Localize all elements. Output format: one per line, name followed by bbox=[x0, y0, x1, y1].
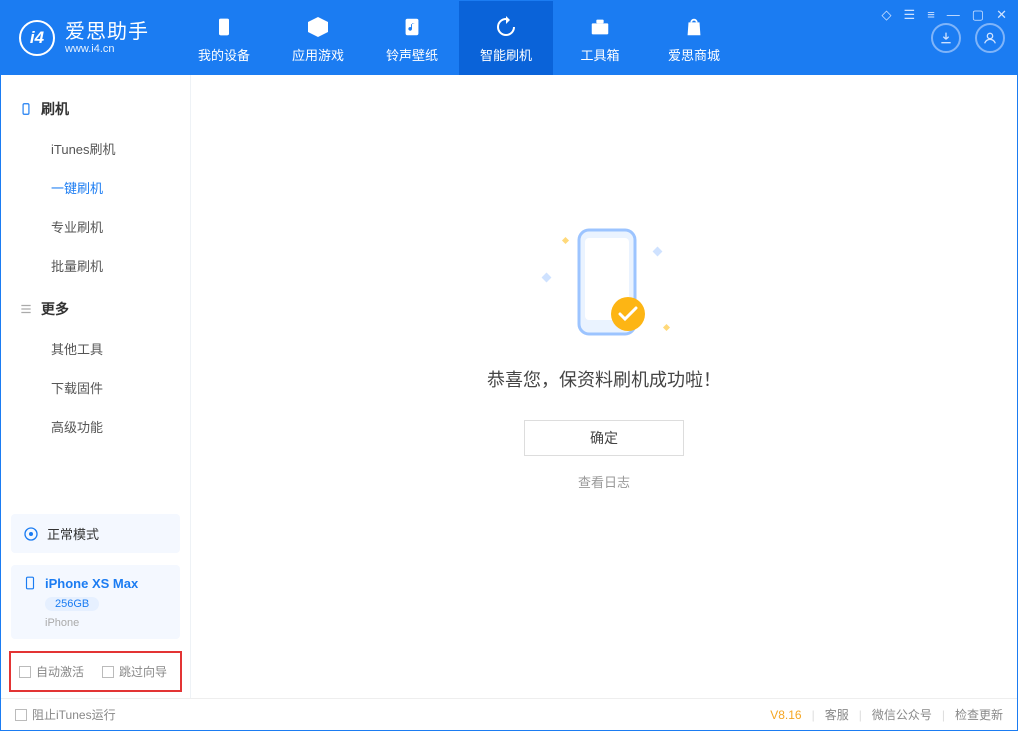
nav-ringtone[interactable]: 铃声壁纸 bbox=[365, 1, 459, 75]
menu-icon[interactable]: ≡ bbox=[927, 7, 935, 23]
window-controls: ◇ ☰ ≡ — ▢ ✕ bbox=[882, 7, 1007, 23]
sidebar: 刷机 iTunes刷机 一键刷机 专业刷机 批量刷机 更多 其他工具 下载固件 … bbox=[1, 75, 191, 698]
device-type: iPhone bbox=[45, 617, 168, 629]
logo-badge-icon: i4 bbox=[19, 20, 55, 56]
device-icon bbox=[19, 102, 33, 116]
app-name-cn: 爱思助手 bbox=[65, 21, 149, 43]
nav-store[interactable]: 爱思商城 bbox=[647, 1, 741, 75]
sidebar-item-oneclick-flash[interactable]: 一键刷机 bbox=[1, 168, 190, 207]
sidebar-item-download-fw[interactable]: 下载固件 bbox=[1, 368, 190, 407]
header: i4 爱思助手 www.i4.cn 我的设备 应用游戏 铃声壁纸 智能刷机 工具… bbox=[1, 1, 1017, 75]
account-button[interactable] bbox=[975, 23, 1005, 53]
checkbox-auto-activate[interactable]: 自动激活 bbox=[19, 663, 84, 680]
bag-icon bbox=[680, 13, 708, 41]
success-message: 恭喜您，保资料刷机成功啦！ bbox=[487, 366, 721, 392]
toolbox-icon bbox=[586, 13, 614, 41]
mode-label: 正常模式 bbox=[47, 524, 99, 543]
cube-icon bbox=[304, 13, 332, 41]
app-name-en: www.i4.cn bbox=[65, 43, 149, 55]
device-capacity: 256GB bbox=[45, 597, 99, 611]
phone-icon bbox=[210, 13, 238, 41]
nav-apps[interactable]: 应用游戏 bbox=[271, 1, 365, 75]
nav-toolbox[interactable]: 工具箱 bbox=[553, 1, 647, 75]
nav-my-device[interactable]: 我的设备 bbox=[177, 1, 271, 75]
nav-flash[interactable]: 智能刷机 bbox=[459, 1, 553, 75]
mode-icon bbox=[23, 526, 39, 542]
footer: 阻止iTunes运行 V8.16 | 客服 | 微信公众号 | 检查更新 bbox=[1, 698, 1017, 730]
options-highlight-box: 自动激活 跳过向导 bbox=[9, 651, 182, 692]
footer-support[interactable]: 客服 bbox=[825, 706, 849, 723]
sidebar-item-advanced[interactable]: 高级功能 bbox=[1, 407, 190, 446]
checkbox-icon bbox=[102, 666, 114, 678]
checkbox-icon bbox=[15, 709, 27, 721]
sidebar-group-more[interactable]: 更多 bbox=[1, 289, 190, 329]
qr-icon[interactable]: ◇ bbox=[882, 7, 892, 23]
content-area: 恭喜您，保资料刷机成功啦！ 确定 查看日志 bbox=[191, 75, 1017, 698]
sidebar-item-batch-flash[interactable]: 批量刷机 bbox=[1, 246, 190, 285]
ok-button[interactable]: 确定 bbox=[524, 420, 684, 456]
header-right bbox=[931, 23, 1005, 53]
main-body: 刷机 iTunes刷机 一键刷机 专业刷机 批量刷机 更多 其他工具 下载固件 … bbox=[1, 75, 1017, 698]
download-button[interactable] bbox=[931, 23, 961, 53]
view-log-link[interactable]: 查看日志 bbox=[578, 472, 630, 491]
sidebar-group-flash[interactable]: 刷机 bbox=[1, 89, 190, 129]
footer-update[interactable]: 检查更新 bbox=[955, 706, 1003, 723]
list-icon[interactable]: ☰ bbox=[904, 7, 916, 23]
list-icon bbox=[19, 302, 33, 316]
maximize-icon[interactable]: ▢ bbox=[972, 7, 984, 23]
footer-wechat[interactable]: 微信公众号 bbox=[872, 706, 932, 723]
version-label: V8.16 bbox=[770, 708, 801, 722]
sidebar-item-pro-flash[interactable]: 专业刷机 bbox=[1, 207, 190, 246]
top-nav: 我的设备 应用游戏 铃声壁纸 智能刷机 工具箱 爱思商城 bbox=[177, 1, 741, 75]
device-box[interactable]: iPhone XS Max 256GB iPhone bbox=[11, 565, 180, 639]
app-logo[interactable]: i4 爱思助手 www.i4.cn bbox=[19, 20, 149, 56]
success-illustration bbox=[529, 222, 679, 352]
checkbox-skip-guide[interactable]: 跳过向导 bbox=[102, 663, 167, 680]
checkbox-block-itunes[interactable]: 阻止iTunes运行 bbox=[15, 706, 116, 723]
mode-box[interactable]: 正常模式 bbox=[11, 514, 180, 553]
minimize-icon[interactable]: — bbox=[947, 7, 960, 23]
note-icon bbox=[398, 13, 426, 41]
device-name: iPhone XS Max bbox=[45, 576, 138, 591]
checkbox-icon bbox=[19, 666, 31, 678]
close-icon[interactable]: ✕ bbox=[996, 7, 1007, 23]
device-small-icon bbox=[23, 575, 37, 591]
refresh-icon bbox=[492, 13, 520, 41]
sidebar-item-other-tools[interactable]: 其他工具 bbox=[1, 329, 190, 368]
sidebar-item-itunes-flash[interactable]: iTunes刷机 bbox=[1, 129, 190, 168]
